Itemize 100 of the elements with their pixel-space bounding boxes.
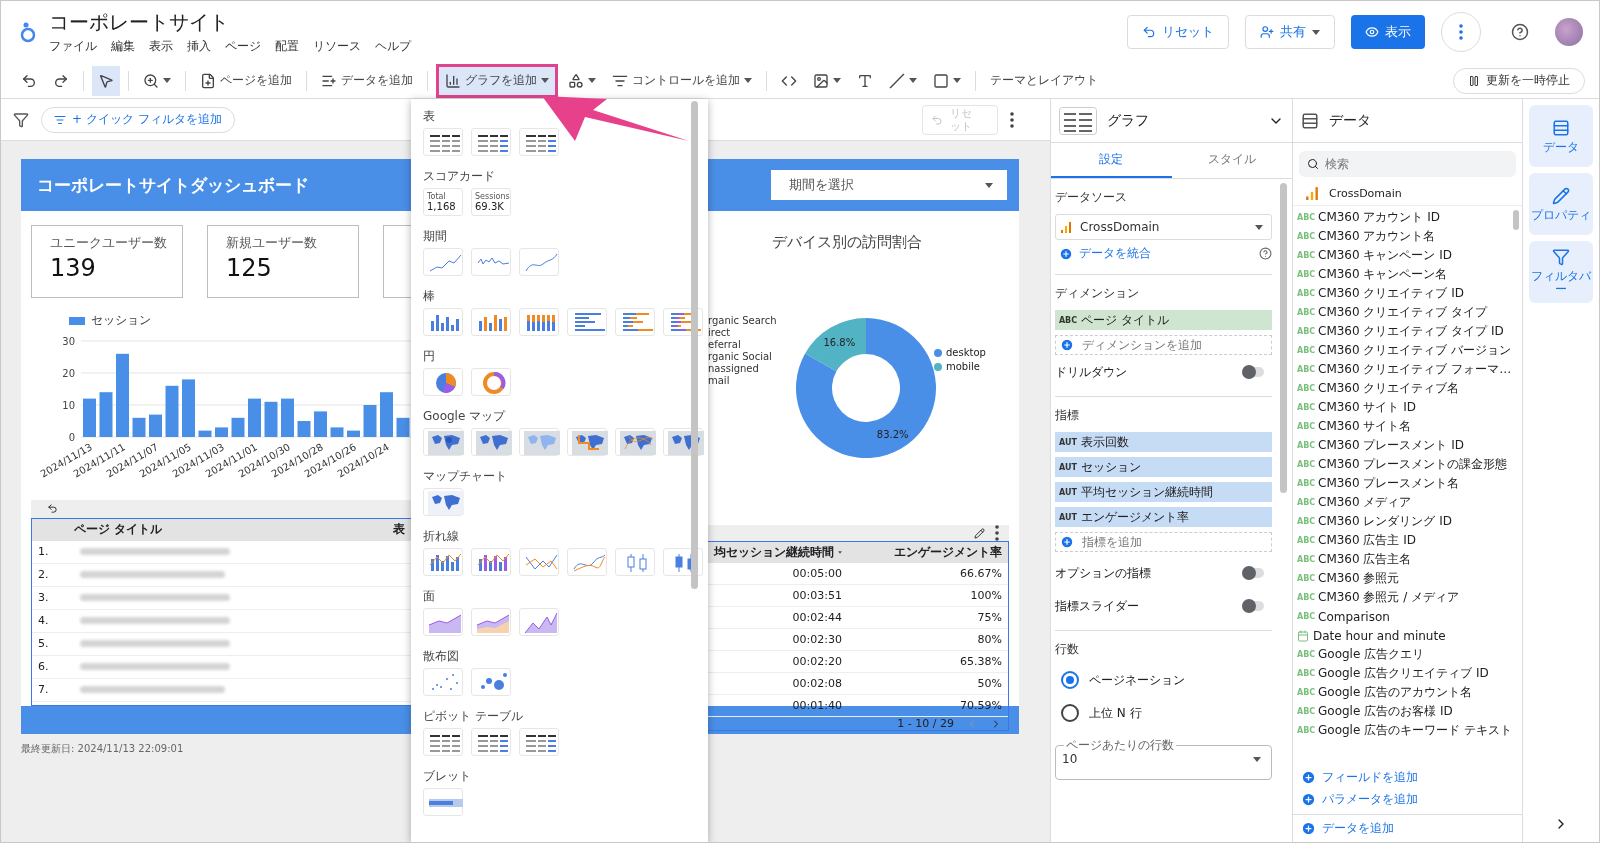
field-item[interactable]: ABC CM360 キャンペーン ID xyxy=(1297,246,1522,265)
menu-item[interactable]: 表示 xyxy=(149,38,173,55)
field-item[interactable]: ABC CM360 キャンペーン名 xyxy=(1297,265,1522,284)
field-item[interactable]: ABC CM360 クリエイティブ タイプ xyxy=(1297,303,1522,322)
rows-per-page-select[interactable]: ページあたりの行数 10 xyxy=(1055,738,1272,780)
date-range-picker[interactable]: 期間を選択 xyxy=(771,170,1007,200)
add-metric-field[interactable]: 指標を追加 xyxy=(1055,532,1272,552)
reset-button[interactable]: リセット xyxy=(1127,15,1229,49)
field-item[interactable]: ABC CM360 プレースメント名 xyxy=(1297,474,1522,493)
field-item[interactable]: ABC CM360 サイト ID xyxy=(1297,398,1522,417)
toolbar-button[interactable]: ページを追加 xyxy=(194,65,298,96)
image-icon xyxy=(813,72,829,89)
column-header[interactable]: ページ タイトル xyxy=(68,521,254,539)
field-item[interactable]: ABC CM360 アカウント ID xyxy=(1297,208,1522,227)
toggle-switch[interactable] xyxy=(1242,568,1264,578)
side-rail-button[interactable]: フィルタバー xyxy=(1529,241,1593,303)
section-title: 期間 xyxy=(423,229,447,243)
bar xyxy=(83,398,96,438)
metric-chip[interactable]: AUT セッション xyxy=(1055,457,1272,477)
chart-type-option[interactable]: Sessions 69.3K xyxy=(471,188,511,216)
pencil-icon[interactable] xyxy=(974,527,985,539)
chart-type-option[interactable] xyxy=(423,428,463,456)
toggle-switch[interactable] xyxy=(1242,367,1264,377)
metric-chip[interactable]: AUT 表示回数 xyxy=(1055,432,1272,452)
column-header[interactable]: 表 xyxy=(254,521,411,539)
scrollbar[interactable] xyxy=(691,101,698,589)
avatar[interactable] xyxy=(1555,18,1583,46)
line-chart-icon xyxy=(525,554,558,570)
scrollbar[interactable] xyxy=(1280,183,1287,493)
chart-type-option[interactable] xyxy=(423,128,463,156)
field-item[interactable]: ABC CM360 クリエイティブ タイプ ID xyxy=(1297,322,1522,341)
toggle-switch[interactable] xyxy=(1242,601,1264,611)
scrollbar[interactable] xyxy=(1513,210,1519,230)
toolbar-button[interactable]: コントロールを追加 xyxy=(606,65,758,96)
add-data-link[interactable]: データを追加 xyxy=(1297,820,1398,837)
column-header[interactable]: 均セッション継続時間 xyxy=(708,544,848,561)
field-item[interactable]: ABC Google 広告のお客様 ID xyxy=(1297,702,1522,721)
add-dimension-field[interactable]: ディメンションを追加 xyxy=(1055,335,1272,355)
menu-item[interactable]: ページ xyxy=(225,38,261,55)
field-item[interactable]: ABC Google 広告のキーワード テキスト xyxy=(1297,721,1522,740)
field-item[interactable]: ABC Google 広告のアカウント名 xyxy=(1297,683,1522,702)
toolbar-button[interactable]: グラフを追加 xyxy=(436,63,558,98)
menu-item[interactable]: ヘルプ xyxy=(375,38,411,55)
undo-icon[interactable] xyxy=(47,503,58,515)
search-field[interactable]: 検索 xyxy=(1299,151,1516,177)
view-button[interactable]: 表示 xyxy=(1351,15,1425,49)
chart-type-option[interactable] xyxy=(519,128,559,156)
menu-item[interactable]: 編集 xyxy=(111,38,135,55)
chart-type-option[interactable] xyxy=(471,728,511,756)
data-source-select[interactable]: CrossDomain xyxy=(1055,214,1272,240)
field-item[interactable]: ABC CM360 レンダリング ID xyxy=(1297,512,1522,531)
toolbar-icon-button[interactable] xyxy=(92,65,120,96)
chart-type-option[interactable] xyxy=(519,728,559,756)
filter-icon[interactable] xyxy=(13,111,29,128)
metric-chip[interactable]: AUT 平均セッション継続時間 xyxy=(1055,482,1272,502)
field-item[interactable]: ABC CM360 プレースメントの課金形態 xyxy=(1297,455,1522,474)
menu-item[interactable]: リソース xyxy=(313,38,361,55)
field-item[interactable]: ABC CM360 クリエイティブ フォーマ… xyxy=(1297,360,1522,379)
more-icon[interactable] xyxy=(995,525,999,541)
field-item[interactable]: ABC CM360 プレースメント ID xyxy=(1297,436,1522,455)
field-item[interactable]: ABC CM360 メディア xyxy=(1297,493,1522,512)
radio-button[interactable] xyxy=(1061,704,1079,722)
share-button[interactable]: 共有 xyxy=(1245,15,1335,49)
quick-filter-chip[interactable]: + クイック フィルタを追加 xyxy=(41,106,235,133)
column-header[interactable]: エンゲージメント率 xyxy=(848,544,1008,561)
field-item[interactable]: ABC CM360 サイト名 xyxy=(1297,417,1522,436)
field-item[interactable]: ABC CM360 参照元 / メディア xyxy=(1297,588,1522,607)
blend-data-link[interactable]: データを統合 xyxy=(1055,245,1155,262)
metric-chip[interactable]: AUT エンゲージメント率 xyxy=(1055,507,1272,527)
side-rail-button[interactable]: データ xyxy=(1529,105,1593,167)
field-item[interactable]: ABC CM360 クリエイティブ バージョン xyxy=(1297,341,1522,360)
field-item[interactable]: ABC CM360 広告主名 xyxy=(1297,550,1522,569)
toolbar-button[interactable]: テーマとレイアウト xyxy=(984,65,1104,96)
legend-label: rganic Search xyxy=(708,315,777,326)
chart-type-option[interactable] xyxy=(471,128,511,156)
field-item[interactable]: ABC Comparison xyxy=(1297,607,1522,626)
field-item[interactable]: ABC Google 広告クエリ xyxy=(1297,645,1522,664)
help-icon[interactable] xyxy=(1511,23,1529,41)
more-icon[interactable] xyxy=(1010,111,1014,128)
chart-type-option[interactable]: Total 1,168 xyxy=(423,188,463,216)
add-link[interactable]: フィールドを追加 xyxy=(1297,769,1422,786)
menu-item[interactable]: 挿入 xyxy=(187,38,211,55)
toolbar-button[interactable]: データを追加 xyxy=(315,65,419,96)
field-item[interactable]: ABC CM360 広告主 ID xyxy=(1297,531,1522,550)
menu-item[interactable]: 配置 xyxy=(275,38,299,55)
add-link[interactable]: パラメータを追加 xyxy=(1297,791,1422,808)
menu-item[interactable]: ファイル xyxy=(49,38,97,55)
field-item[interactable]: Date hour and minute xyxy=(1297,626,1522,645)
field-item[interactable]: ABC CM360 参照元 xyxy=(1297,569,1522,588)
side-rail-button[interactable]: プロパティ xyxy=(1529,173,1593,235)
field-item[interactable]: ABC CM360 アカウント名 xyxy=(1297,227,1522,246)
field-item[interactable]: ABC CM360 クリエイティブ ID xyxy=(1297,284,1522,303)
pause-updates-button[interactable]: 更新を一時停止 xyxy=(1453,67,1585,94)
section-title: 折れ線 xyxy=(423,529,459,543)
field-item[interactable]: ABC CM360 クリエイティブ名 xyxy=(1297,379,1522,398)
field-item[interactable]: ABC Google 広告クリエイティブ ID xyxy=(1297,664,1522,683)
help-icon[interactable] xyxy=(1259,247,1272,260)
dimension-chip[interactable]: ABC ページ タイトル xyxy=(1055,310,1272,330)
radio-button[interactable] xyxy=(1061,671,1079,689)
chart-type-option[interactable] xyxy=(423,728,463,756)
